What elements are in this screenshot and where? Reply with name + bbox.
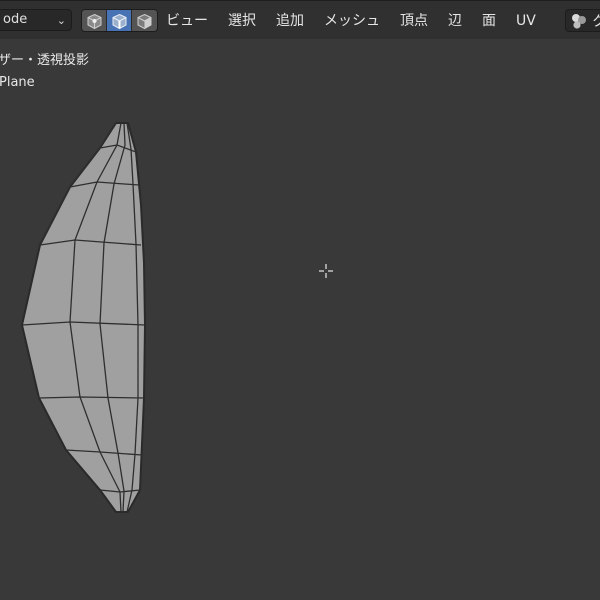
3d-viewport[interactable] [0, 0, 600, 600]
3d-cursor-icon[interactable] [319, 264, 333, 278]
mesh-object [21, 122, 146, 513]
